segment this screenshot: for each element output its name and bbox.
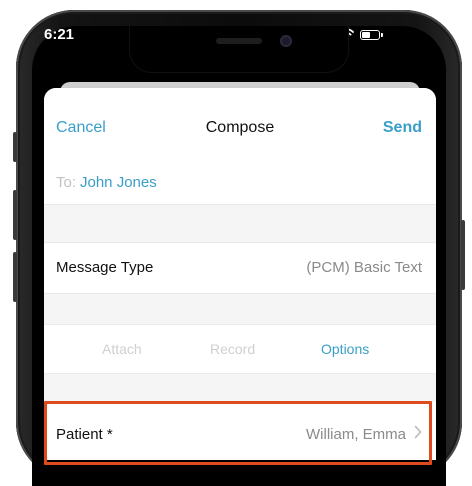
recipient-field[interactable]: To: John Jones xyxy=(44,160,436,205)
attach-button[interactable]: Attach xyxy=(102,341,142,357)
record-button[interactable]: Record xyxy=(210,341,255,357)
recipient-name[interactable]: John Jones xyxy=(80,174,157,191)
mute-switch xyxy=(13,132,17,162)
front-camera xyxy=(280,35,292,47)
compose-nav-bar: Cancel Compose Send xyxy=(44,88,436,161)
page-title: Compose xyxy=(205,119,275,136)
options-button[interactable]: Options xyxy=(321,341,369,357)
battery-icon xyxy=(360,30,383,40)
speaker-grille xyxy=(216,38,262,44)
status-time: 6:21 xyxy=(44,26,75,43)
volume-down-button xyxy=(13,252,17,302)
message-type-label: Message Type xyxy=(56,259,154,276)
volume-up-button xyxy=(13,190,17,240)
send-button[interactable]: Send xyxy=(383,119,422,137)
compose-actions: Attach Record Options xyxy=(44,324,436,374)
message-type-value: (PCM) Basic Text xyxy=(306,259,422,276)
recipient-label: To: xyxy=(56,174,77,191)
patient-highlight-box xyxy=(44,401,432,465)
battery-level xyxy=(362,32,371,38)
notch xyxy=(130,26,348,72)
message-type-row[interactable]: Message Type (PCM) Basic Text xyxy=(44,242,436,294)
power-button xyxy=(461,220,465,290)
